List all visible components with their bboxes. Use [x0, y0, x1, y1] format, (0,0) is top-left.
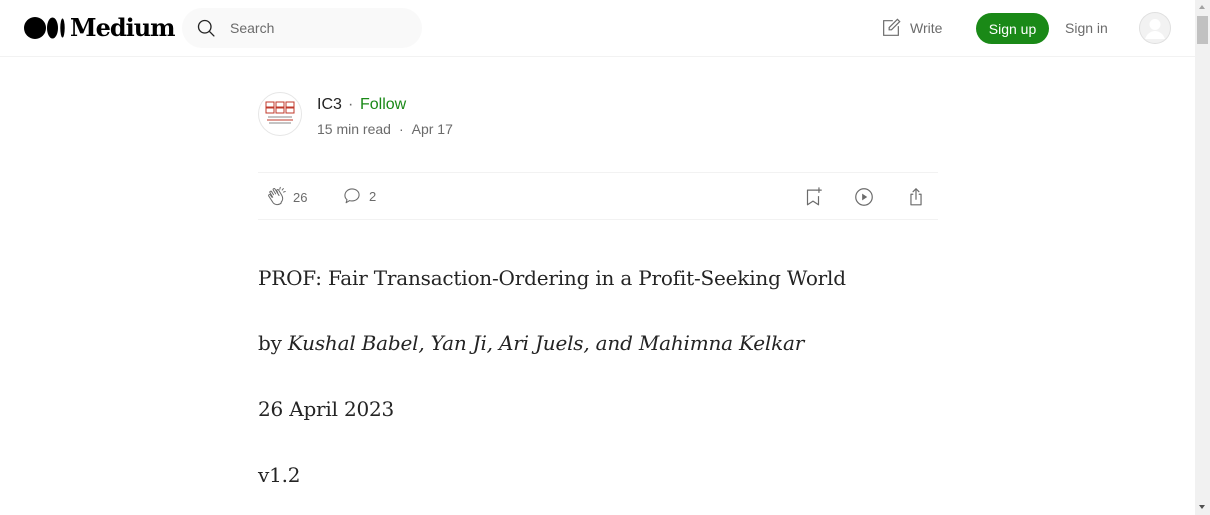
scroll-thumb[interactable]	[1197, 16, 1208, 44]
response-count: 2	[369, 188, 377, 204]
clap-icon	[268, 186, 286, 206]
article-action-bar: 26 2	[258, 172, 938, 220]
ic3-logo-icon	[265, 101, 295, 124]
search-icon	[197, 19, 215, 37]
bookmark-icon[interactable]	[802, 186, 824, 208]
article-date-line: 26 April 2023	[258, 397, 395, 421]
publication-avatar[interactable]	[258, 92, 302, 136]
article-title: PROF: Fair Transaction-Ordering in a Pro…	[258, 266, 846, 290]
medium-logo[interactable]: Medium	[24, 13, 176, 42]
clap-count: 26	[293, 189, 308, 205]
article-byline: by Kushal Babel, Yan Ji, Ari Juels, and …	[258, 327, 804, 359]
publish-date: Apr 17	[411, 121, 453, 137]
vertical-scrollbar[interactable]	[1195, 0, 1210, 515]
sign-in-link[interactable]: Sign in	[1065, 20, 1108, 36]
responses-button[interactable]: 2	[342, 186, 376, 206]
share-icon[interactable]	[905, 186, 927, 208]
article-version: v1.2	[258, 463, 301, 487]
sign-up-button[interactable]: Sign up	[976, 13, 1049, 44]
byline-prefix: by	[258, 331, 282, 355]
scroll-down-arrow[interactable]	[1199, 505, 1205, 509]
write-button[interactable]: Write	[880, 17, 942, 39]
scroll-up-arrow[interactable]	[1199, 5, 1205, 9]
post-meta: 15 min read · Apr 17	[317, 121, 453, 137]
default-avatar-icon	[1139, 12, 1171, 44]
logo-wordmark: Medium	[70, 13, 176, 42]
medium-logo-icon	[24, 17, 65, 39]
byline-authors: Kushal Babel, Yan Ji, Ari Juels, and Mah…	[287, 331, 805, 355]
follow-button[interactable]: Follow	[360, 96, 406, 114]
search-input[interactable]	[228, 19, 402, 37]
user-avatar[interactable]	[1139, 12, 1171, 44]
separator-dot: ·	[348, 96, 354, 113]
read-time: 15 min read	[317, 121, 391, 137]
write-icon	[883, 18, 901, 36]
clap-button[interactable]: 26	[266, 186, 307, 208]
author-name[interactable]: IC3	[317, 96, 342, 114]
top-navigation-bar: Medium Write Sign up Sign in	[0, 0, 1195, 57]
response-icon	[344, 188, 360, 204]
search-box[interactable]	[182, 8, 422, 48]
meta-separator: ·	[398, 121, 404, 137]
write-label: Write	[910, 20, 943, 36]
listen-icon[interactable]	[853, 186, 875, 208]
